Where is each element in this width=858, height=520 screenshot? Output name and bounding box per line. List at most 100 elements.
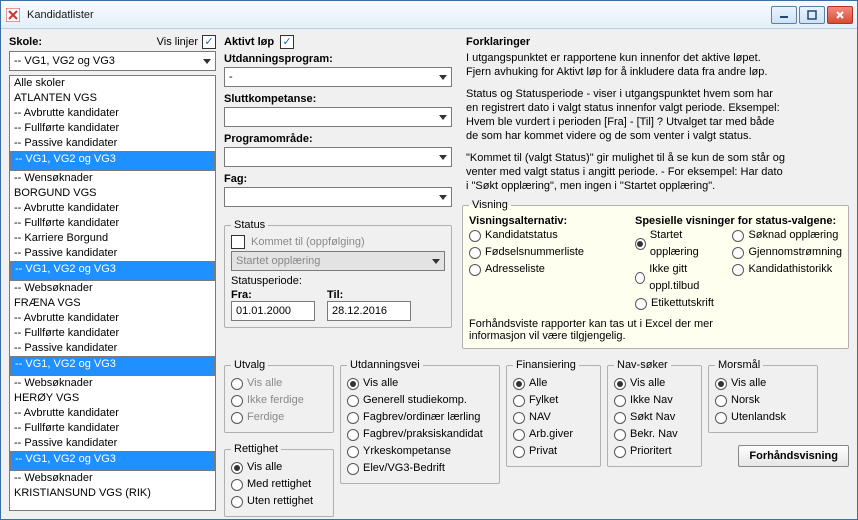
status-legend: Status xyxy=(231,219,268,231)
status-fieldset: Status Kommet til (oppfølging) Startet o… xyxy=(224,219,452,328)
navsoker-fieldset: Nav-søkerVis alleIkke NavSøkt NavBekr. N… xyxy=(607,359,702,467)
sluttkompetanse-dropdown[interactable] xyxy=(224,107,452,127)
radio-option[interactable]: Fødselsnummerliste xyxy=(469,244,619,261)
list-item[interactable]: -- Wensøknader xyxy=(10,171,215,186)
skole-listbox[interactable]: Alle skolerATLANTEN VGS-- Avbrutte kandi… xyxy=(9,75,216,511)
fieldset-legend: Finansiering xyxy=(513,359,579,371)
list-item[interactable]: -- Fullførte kandidater xyxy=(10,121,215,136)
list-item[interactable]: -- Websøknader xyxy=(10,471,215,486)
aktivt-lop-checkbox[interactable] xyxy=(280,35,294,49)
list-item[interactable]: -- Avbrutte kandidater xyxy=(10,311,215,326)
radio-icon xyxy=(614,378,626,390)
radio-option[interactable]: Gjennomstrømning xyxy=(732,244,842,261)
radio-option[interactable]: Vis alle xyxy=(614,375,695,392)
radio-option[interactable]: Norsk xyxy=(715,392,811,409)
radio-option[interactable]: Ikke gitt oppl.tilbud xyxy=(635,261,724,295)
kommet-til-checkbox[interactable]: Kommet til (oppfølging) xyxy=(231,235,445,249)
radio-option[interactable]: Privat xyxy=(513,443,594,460)
radio-option[interactable]: Alle xyxy=(513,375,594,392)
radio-option[interactable]: NAV xyxy=(513,409,594,426)
close-button[interactable] xyxy=(827,6,853,24)
programomrade-dropdown[interactable] xyxy=(224,147,452,167)
radio-option[interactable]: Vis alle xyxy=(347,375,493,392)
list-item[interactable]: -- VG1, VG2 og VG3 xyxy=(10,151,215,171)
skole-dropdown[interactable]: -- VG1, VG2 og VG3 xyxy=(9,51,216,71)
radio-option[interactable]: Søknad opplæring xyxy=(732,227,842,244)
statusperiode-label: Statusperiode: xyxy=(231,275,445,287)
forhandsvisning-button[interactable]: Forhåndsvisning xyxy=(738,445,849,467)
list-item[interactable]: KRISTIANSUND VGS (RIK) xyxy=(10,486,215,501)
bottom-row: UtvalgVis alleIkke ferdigeFerdige Rettig… xyxy=(224,359,849,519)
list-item[interactable]: -- Fullførte kandidater xyxy=(10,421,215,436)
fra-label: Fra: xyxy=(231,289,315,301)
radio-option[interactable]: Med rettighet xyxy=(231,476,327,493)
vis-linjer-checkbox[interactable]: Vis linjer xyxy=(157,35,216,49)
list-item[interactable]: Alle skoler xyxy=(10,76,215,91)
radio-option: Vis alle xyxy=(231,375,327,392)
list-item[interactable]: -- Websøknader xyxy=(10,376,215,391)
radio-option[interactable]: Generell studiekomp. xyxy=(347,392,493,409)
titlebar: Kandidatlister xyxy=(1,1,857,29)
list-item[interactable]: -- Websøknader xyxy=(10,281,215,296)
radio-option[interactable]: Vis alle xyxy=(231,459,327,476)
fieldset-legend: Utdanningsvei xyxy=(347,359,423,371)
radio-option[interactable]: Kandidathistorikk xyxy=(732,261,842,278)
status-dropdown[interactable]: Startet opplæring xyxy=(231,251,445,271)
list-item[interactable]: -- VG1, VG2 og VG3 xyxy=(10,451,215,471)
minimize-button[interactable] xyxy=(771,6,797,24)
chevron-down-icon xyxy=(203,59,211,64)
list-item[interactable]: -- Avbrutte kandidater xyxy=(10,106,215,121)
utdanningsprogram-dropdown[interactable]: - xyxy=(224,67,452,87)
radio-icon xyxy=(635,272,645,284)
list-item[interactable]: -- VG1, VG2 og VG3 xyxy=(10,356,215,376)
maximize-button[interactable] xyxy=(799,6,825,24)
list-item[interactable]: ATLANTEN VGS xyxy=(10,91,215,106)
radio-option[interactable]: Etikettutskrift xyxy=(635,295,724,312)
radio-option[interactable]: Startet opplæring xyxy=(635,227,724,261)
radio-option[interactable]: Yrkeskompetanse xyxy=(347,443,493,460)
list-item[interactable]: -- Fullførte kandidater xyxy=(10,326,215,341)
radio-icon xyxy=(513,412,525,424)
radio-option[interactable]: Søkt Nav xyxy=(614,409,695,426)
list-item[interactable]: -- Karriere Borgund xyxy=(10,231,215,246)
list-item[interactable]: -- VG1, VG2 og VG3 xyxy=(10,261,215,281)
radio-option[interactable]: Bekr. Nav xyxy=(614,426,695,443)
checkbox-icon xyxy=(202,35,216,49)
list-item[interactable]: -- Passive kandidater xyxy=(10,436,215,451)
til-date-input[interactable]: 28.12.2016 xyxy=(327,301,411,321)
skole-label: Skole: xyxy=(9,36,42,48)
fieldset-legend: Utvalg xyxy=(231,359,268,371)
radio-option[interactable]: Elev/VG3-Bedrift xyxy=(347,460,493,477)
radio-option[interactable]: Fylket xyxy=(513,392,594,409)
radio-icon xyxy=(614,412,626,424)
list-item[interactable]: BORGUND VGS xyxy=(10,186,215,201)
radio-option[interactable]: Vis alle xyxy=(715,375,811,392)
radio-option[interactable]: Adresseliste xyxy=(469,261,619,278)
visning-legend: Visning xyxy=(469,199,511,211)
radio-option[interactable]: Utenlandsk xyxy=(715,409,811,426)
list-item[interactable]: HERØY VGS xyxy=(10,391,215,406)
list-item[interactable]: -- Passive kandidater xyxy=(10,136,215,151)
fra-date-input[interactable]: 01.01.2000 xyxy=(231,301,315,321)
window: Kandidatlister Skole: Vis linjer -- VG1,… xyxy=(0,0,858,520)
fag-dropdown[interactable] xyxy=(224,187,452,207)
radio-option[interactable]: Uten rettighet xyxy=(231,493,327,510)
radio-option[interactable]: Kandidatstatus xyxy=(469,227,619,244)
window-buttons xyxy=(771,6,853,24)
radio-option[interactable]: Arb.giver xyxy=(513,426,594,443)
radio-icon xyxy=(347,463,359,475)
list-item[interactable]: -- Passive kandidater xyxy=(10,246,215,261)
list-item[interactable]: -- Avbrutte kandidater xyxy=(10,201,215,216)
list-item[interactable]: -- Avbrutte kandidater xyxy=(10,406,215,421)
radio-option[interactable]: Prioritert xyxy=(614,443,695,460)
sluttkompetanse-label: Sluttkompetanse: xyxy=(224,93,452,105)
radio-icon xyxy=(513,378,525,390)
list-item[interactable]: -- Fullførte kandidater xyxy=(10,216,215,231)
fieldset-legend: Rettighet xyxy=(231,443,281,455)
chevron-down-icon xyxy=(439,155,447,160)
radio-option[interactable]: Fagbrev/praksiskandidat xyxy=(347,426,493,443)
radio-option[interactable]: Fagbrev/ordinær lærling xyxy=(347,409,493,426)
radio-option[interactable]: Ikke Nav xyxy=(614,392,695,409)
list-item[interactable]: FRÆNA VGS xyxy=(10,296,215,311)
list-item[interactable]: -- Passive kandidater xyxy=(10,341,215,356)
